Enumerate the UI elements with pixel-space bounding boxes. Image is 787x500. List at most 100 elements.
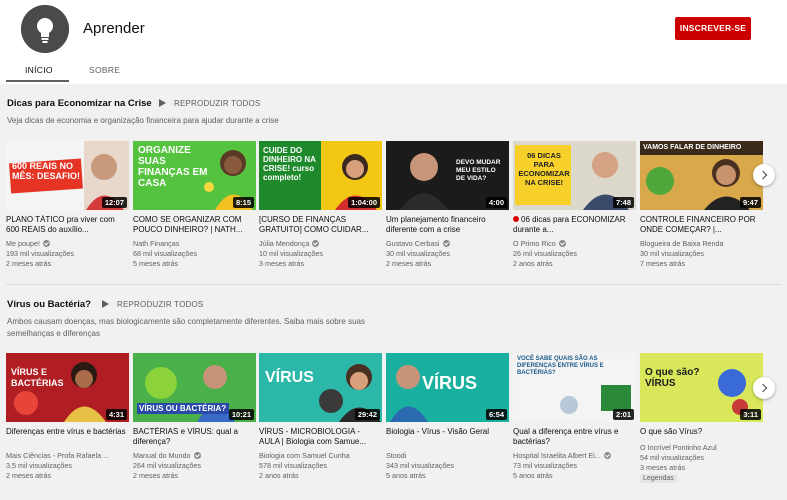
video-duration: 4:31 [105,409,127,420]
verified-check-icon [442,240,450,247]
channel-name: Aprender [83,20,145,37]
video-duration: 3:11 [740,409,761,420]
thumbnail-text: VÍRUS E BACTÉRIAS [11,367,64,388]
video-age: 7 meses atrás [640,259,686,268]
video-views: 54 mil visualizações [640,453,704,462]
play-all-button[interactable]: REPRODUZIR TODOS [159,99,260,108]
video-title[interactable]: Biologia - Vírus - Visão Geral [386,427,509,437]
video-views: 26 mil visualizações [513,249,577,258]
video-title[interactable]: BACTÉRIAS e VÍRUS: qual a diferença? [133,427,256,447]
shelf-description: Veja dicas de economia e organização fin… [7,116,279,125]
verified-check-icon [42,240,50,247]
video-age: 2 meses atrás [6,259,52,268]
video-channel[interactable]: Manual do Mundo [133,451,256,460]
video-age: 2 anos atrás [259,471,299,480]
video-views: 68 mil visualizações [133,249,197,258]
tab-home[interactable]: INÍCIO [25,65,53,75]
play-icon [159,99,166,107]
thumbnail-text: VÍRUS [265,369,314,386]
play-all-label: REPRODUZIR TODOS [117,300,204,309]
video-channel[interactable]: Nath Finanças [133,239,256,248]
video-age: 2 meses atrás [133,471,179,480]
thumbnail-text: VOCÊ SABE QUAIS SÃO AS DIFERENÇAS ENTRE … [517,356,604,376]
tab-about[interactable]: SOBRE [89,65,120,75]
video-thumbnail[interactable]: VÍRUS 29:42 [259,353,382,422]
play-icon [102,300,109,308]
video-channel[interactable]: Me poupe! [6,239,129,248]
video-title[interactable]: Um planejamento financeiro diferente com… [386,215,509,235]
video-duration: 10:21 [228,409,254,420]
video-thumbnail[interactable]: VÍRUS E BACTÉRIAS 4:31 [6,353,129,422]
video-age: 2 anos atrás [513,259,553,268]
video-thumbnail[interactable]: VÍRUS OU BACTÉRIA? 10:21 [133,353,256,422]
video-views: 343 mil visualizações [386,461,454,470]
channel-header: Aprender INSCREVER-SE INÍCIO SOBRE [0,0,787,84]
video-thumbnail[interactable]: VÍRUS 6:54 [386,353,509,422]
verified-check-icon [193,452,201,459]
thumbnail-text: DEVO MUDAR MEU ESTILO DE VIDA? [456,159,501,182]
video-channel[interactable]: Hospital Israelita Albert Ei... [513,451,636,460]
video-duration: 8:15 [232,197,254,208]
video-age: 5 anos atrás [386,471,426,480]
verified-check-icon [603,452,611,459]
shelf-description: Ambos causam doenças, mas biologicamente… [7,317,365,338]
video-duration: 9:47 [739,197,761,208]
shelf-next-button[interactable] [753,164,775,186]
video-channel[interactable]: Blogueira de Baixa Renda [640,239,763,248]
video-age: 2 meses atrás [6,471,52,480]
video-age: 3 meses atrás [259,259,305,268]
video-channel[interactable]: O Incrível Pontinho Azul [640,443,763,452]
video-title[interactable]: CONTROLE FINANCEIRO POR ONDE COMEÇAR? |.… [640,215,763,235]
video-thumbnail[interactable]: CUIDE DO DINHEIRO NA CRISE! curso comple… [259,141,382,210]
video-channel[interactable]: Biologia com Samuel Cunha [259,451,382,460]
thumbnail-text: VAMOS FALAR DE DINHEIRO [643,144,742,151]
video-channel[interactable]: Gustavo Cerbasi [386,239,509,248]
video-duration: 1:04:00 [348,197,380,208]
video-title[interactable]: [CURSO DE FINANÇAS GRATUITO] COMO CUIDAR… [259,215,382,235]
video-channel[interactable]: Mais Ciências - Profa Rafaela ... [6,451,129,460]
video-duration: 4:00 [485,197,507,208]
thumbnail-text: CUIDE DO DINHEIRO NA CRISE! curso comple… [263,146,316,182]
video-title[interactable]: VÍRUS - MICROBIOLOGIA - AULA | Biologia … [259,427,382,447]
video-title[interactable]: 06 dicas para ECONOMIZAR durante a... [513,215,636,235]
thumbnail-text: VÍRUS [422,373,478,393]
video-title[interactable]: O que são Vírus? [640,427,763,437]
video-views: 193 mil visualizações [6,249,74,258]
video-age: 5 anos atrás [513,471,553,480]
video-thumbnail[interactable]: VOCÊ SABE QUAIS SÃO AS DIFERENÇAS ENTRE … [513,353,636,422]
video-title[interactable]: Diferenças entre vírus e bactérias [6,427,129,437]
video-views: 578 mil visualizações [259,461,327,470]
video-thumbnail[interactable]: DEVO MUDAR MEU ESTILO DE VIDA? 4:00 [386,141,509,210]
video-duration: 7:48 [612,197,634,208]
video-views: 3,5 mil visualizações [6,461,72,470]
channel-avatar[interactable] [21,5,69,53]
play-all-button[interactable]: REPRODUZIR TODOS [102,300,203,309]
video-age: 3 meses atrás [640,463,686,472]
video-age: 2 meses atrás [386,259,432,268]
thumbnail-text: 06 DICAS PARA ECONOMIZAR NA CRISE! [518,151,570,187]
subscribe-button[interactable]: INSCREVER-SE [675,17,751,40]
shelf-next-button[interactable] [753,377,775,399]
video-channel[interactable]: Júlia Mendonça [259,239,382,248]
video-title[interactable]: COMO SE ORGANIZAR COM POUCO DINHEIRO? | … [133,215,256,235]
video-channel[interactable]: O Primo Rico [513,239,636,248]
live-dot-icon [513,216,519,222]
verified-check-icon [558,240,566,247]
video-thumbnail[interactable]: VAMOS FALAR DE DINHEIRO 9:47 [640,141,763,210]
video-thumbnail[interactable]: ORGANIZE SUAS FINANÇAS EM CASA 8:15 [133,141,256,210]
shelf-title[interactable]: Vírus ou Bactéria? [7,299,91,310]
video-title[interactable]: PLANO TÁTICO pra viver com 600 REAIS do … [6,215,129,235]
video-views: 30 mil visualizações [386,249,450,258]
video-channel[interactable]: Stoodi [386,451,509,460]
video-title[interactable]: Qual a diferença entre vírus e bactérias… [513,427,636,447]
video-views: 264 mil visualizações [133,461,201,470]
video-thumbnail[interactable]: O que são? VÍRUS 3:11 [640,353,763,422]
play-all-label: REPRODUZIR TODOS [174,99,261,108]
video-thumbnail[interactable]: 600 REAIS NO MÊS: DESAFIO! 12:07 [6,141,129,210]
video-thumbnail[interactable]: 06 DICAS PARA ECONOMIZAR NA CRISE! 7:48 [513,141,636,210]
shelf-title[interactable]: Dicas para Economizar na Crise [7,98,152,109]
video-views: 73 mil visualizações [513,461,577,470]
thumbnail-text: ORGANIZE SUAS FINANÇAS EM CASA [138,145,208,189]
video-duration: 2:01 [612,409,634,420]
active-tab-indicator [6,80,69,82]
